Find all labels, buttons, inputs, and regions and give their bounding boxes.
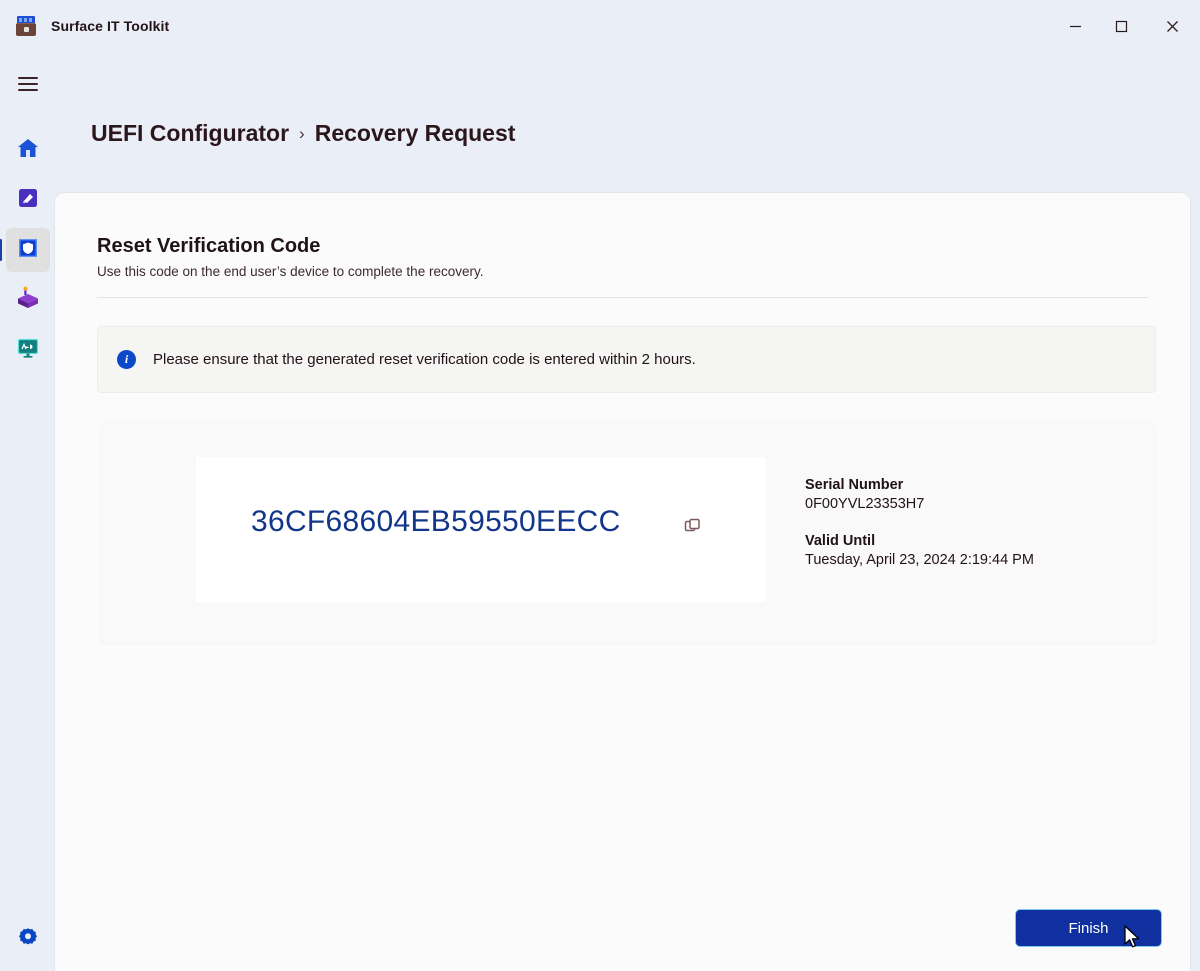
data-eraser-icon — [16, 186, 40, 215]
package-icon — [15, 285, 41, 316]
sidebar-item-home[interactable] — [6, 128, 50, 172]
app-title: Surface IT Toolkit — [51, 18, 170, 34]
valid-until-value: Tuesday, April 23, 2024 2:19:44 PM — [805, 552, 1034, 568]
serial-number-label: Serial Number — [805, 477, 904, 493]
close-icon[interactable] — [1144, 0, 1200, 52]
minimize-icon[interactable] — [1052, 0, 1098, 52]
info-banner-message: Please ensure that the generated reset v… — [153, 351, 696, 368]
breadcrumb: UEFI Configurator › Recovery Request — [91, 120, 515, 147]
sidebar-item-uefi-configurator[interactable] — [0, 228, 50, 272]
title-bar: Surface IT Toolkit — [0, 0, 1200, 52]
main-content-card: Reset Verification Code Use this code on… — [55, 193, 1190, 971]
breadcrumb-current: Recovery Request — [314, 120, 516, 146]
gear-icon — [17, 926, 39, 953]
sidebar — [0, 52, 55, 971]
page-subtitle: Use this code on the end user’s device t… — [97, 264, 484, 279]
sidebar-item-diagnostics[interactable] — [6, 328, 50, 372]
window-controls — [1052, 0, 1200, 52]
valid-until-label: Valid Until — [805, 533, 876, 549]
section-header: Reset Verification Code Use this code on… — [97, 235, 483, 279]
verification-code: 36CF68604EB59550EECC — [251, 505, 621, 538]
toolbox-icon — [14, 14, 38, 38]
shield-icon — [16, 236, 40, 265]
breadcrumb-parent[interactable]: UEFI Configurator — [91, 120, 289, 147]
sidebar-item-package-creator[interactable] — [6, 278, 50, 322]
finish-button[interactable]: Finish — [1015, 909, 1162, 947]
copy-icon[interactable] — [680, 514, 706, 540]
header-divider — [97, 297, 1148, 298]
serial-number-value: 0F00YVL23353H7 — [805, 496, 925, 512]
info-icon: i — [117, 350, 136, 369]
sidebar-item-data-eraser[interactable] — [6, 178, 50, 222]
hamburger-icon[interactable] — [6, 62, 50, 106]
info-banner: i Please ensure that the generated reset… — [97, 326, 1156, 393]
monitor-icon — [16, 336, 40, 365]
app-window: Surface IT Toolkit UEFI Configurator › R… — [0, 0, 1200, 971]
page-title: Reset Verification Code — [97, 235, 321, 257]
verification-code-card: 36CF68604EB59550EECC Serial Number 0F00Y… — [100, 421, 1156, 643]
chevron-right-icon: › — [299, 123, 305, 143]
sidebar-item-settings[interactable] — [6, 917, 50, 961]
maximize-icon[interactable] — [1098, 0, 1144, 52]
selection-indicator — [0, 239, 2, 261]
home-icon — [16, 136, 40, 165]
device-metadata: Serial Number 0F00YVL23353H7 Valid Until… — [805, 477, 1034, 568]
